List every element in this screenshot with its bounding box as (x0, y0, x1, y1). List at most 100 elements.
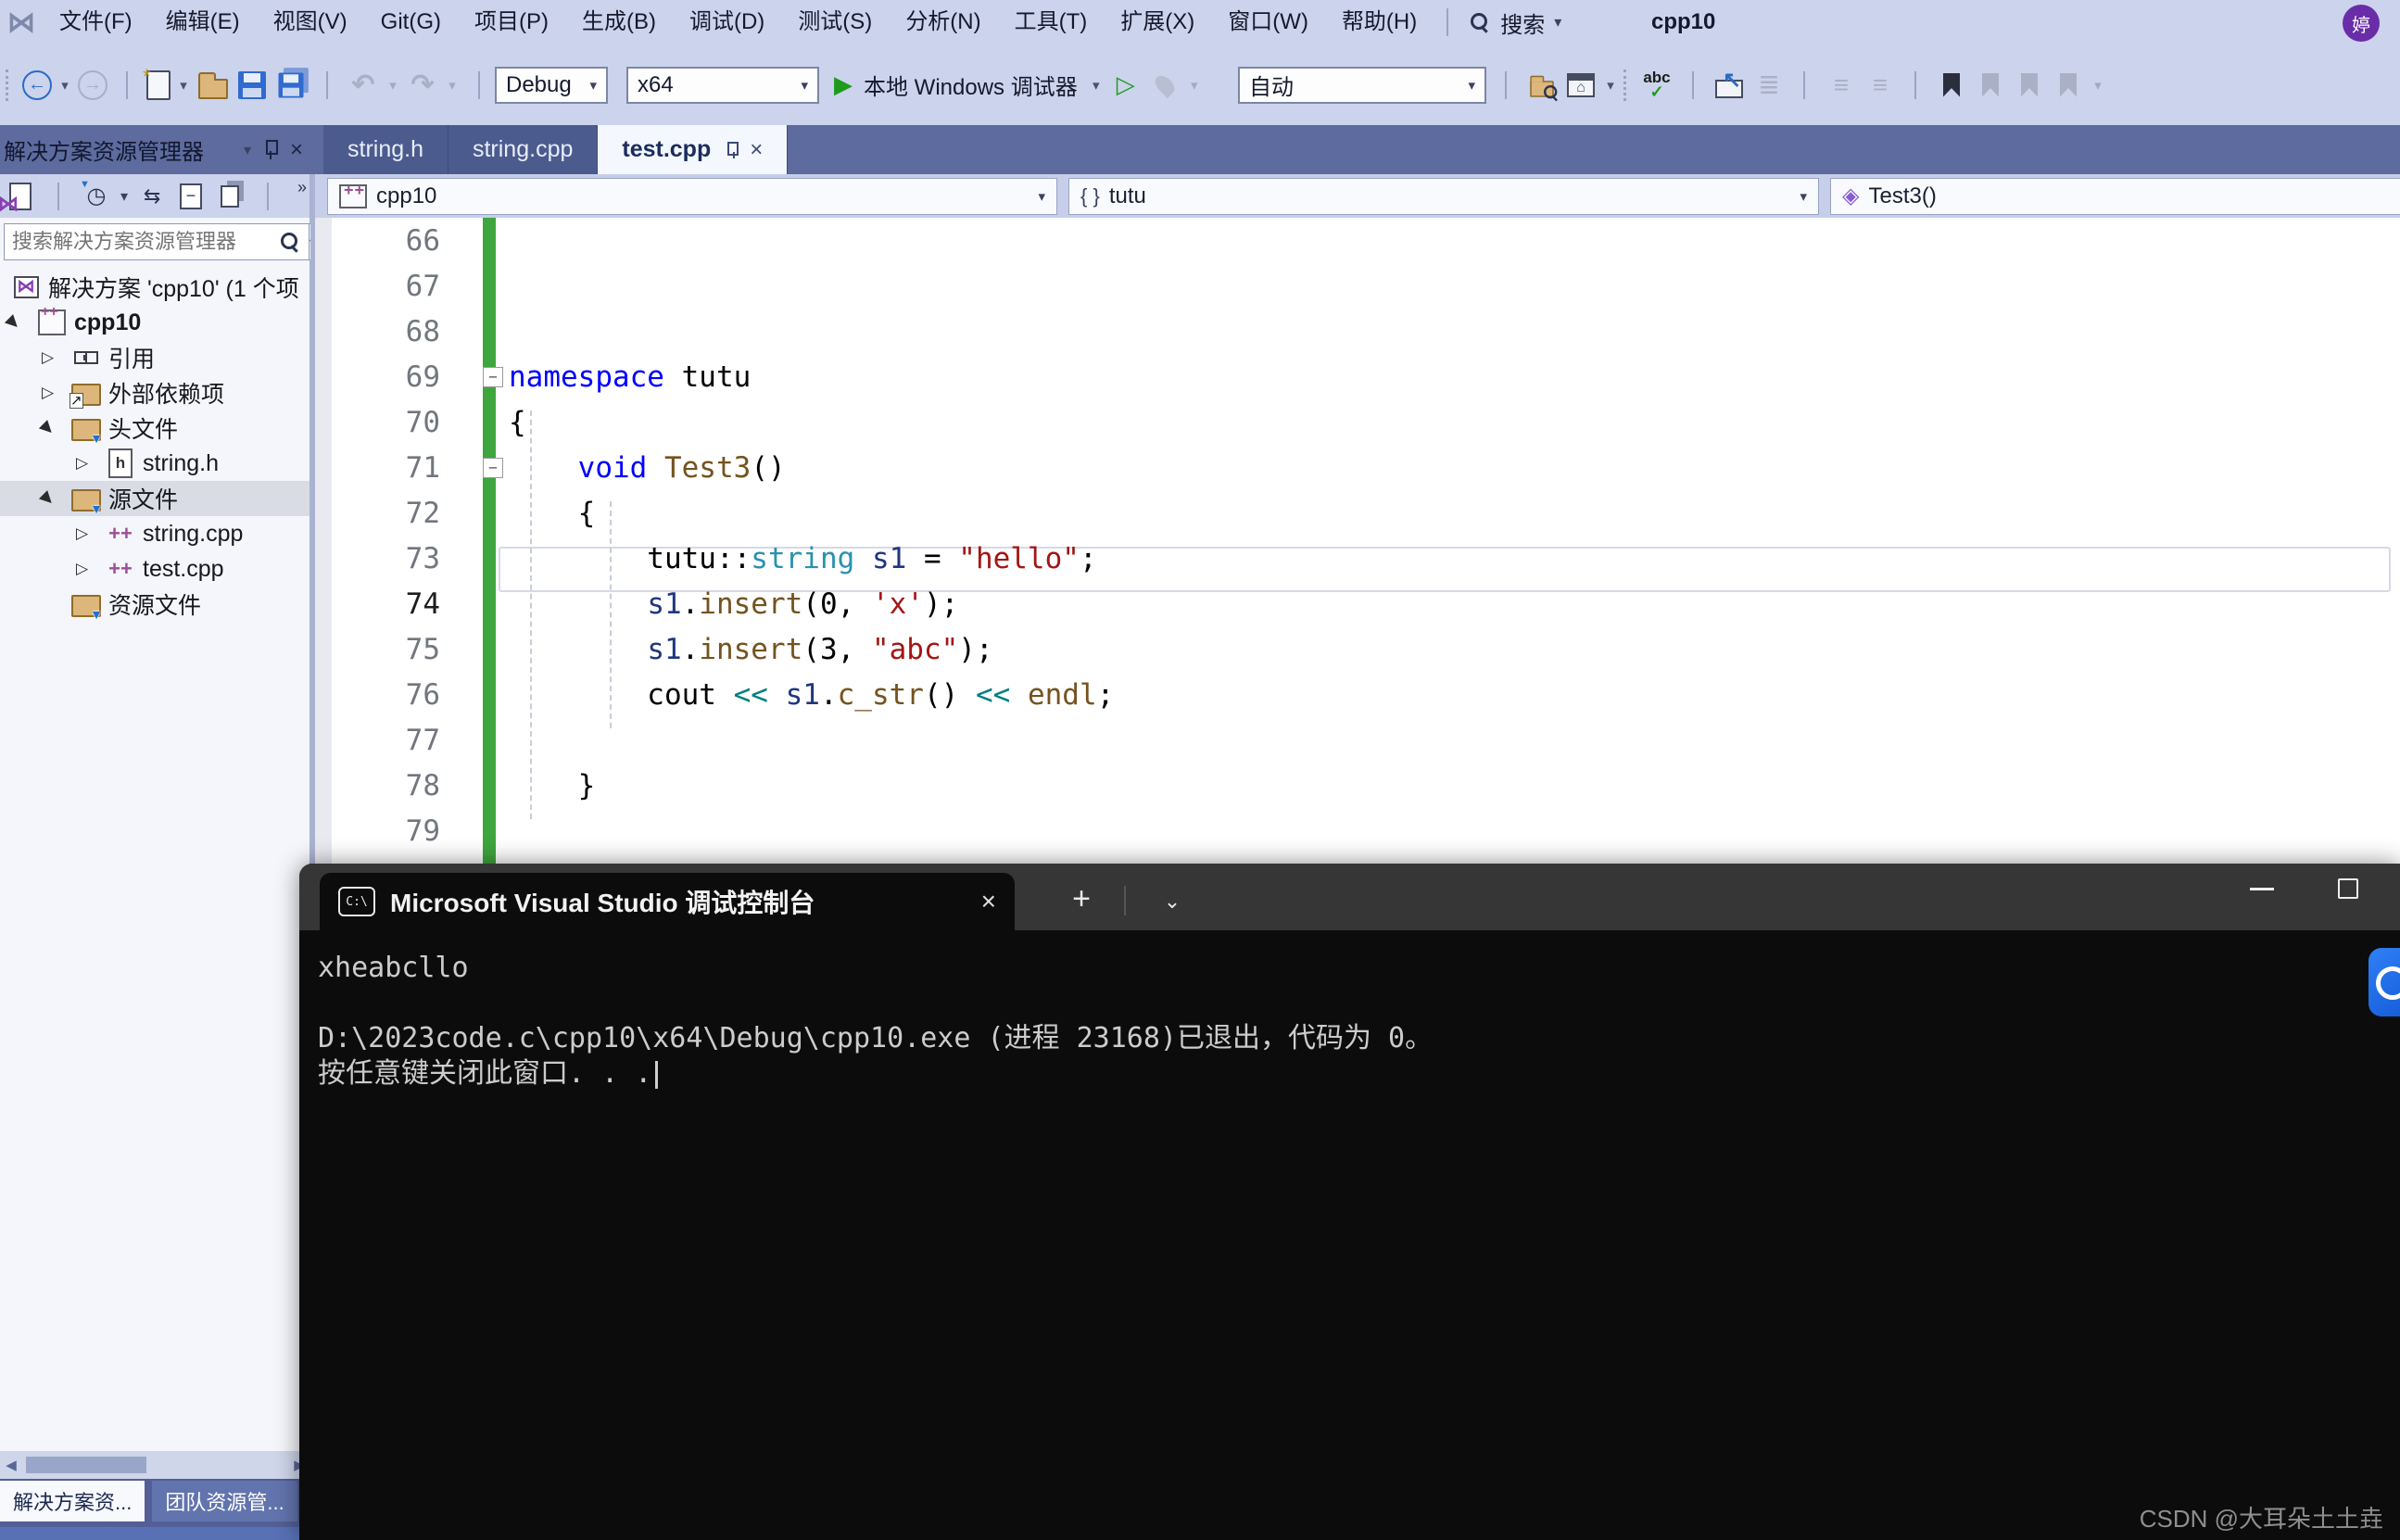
code-line[interactable]: 78 − } (315, 763, 2400, 808)
tree-item[interactable]: 解决方案 'cpp10' (1 个项 (0, 270, 309, 305)
search-box[interactable]: 搜索 ▾ (1469, 6, 1561, 39)
debug-console-window[interactable]: C:\ Microsoft Visual Studio 调试控制台 × + ⌄ … (299, 864, 2400, 1540)
scrollbar-thumb[interactable] (26, 1457, 146, 1473)
new-file-dropdown-icon[interactable]: ▾ (176, 77, 191, 94)
solution-configuration-select[interactable]: Debug ▾ (495, 66, 608, 104)
code-editor[interactable]: 66 − 67 − 68 − 69 − namespace tutu 70 − … (315, 218, 2400, 866)
increase-indent-button[interactable]: ≡ (1863, 69, 1896, 102)
scrollbar-track[interactable] (22, 1457, 288, 1473)
new-file-button[interactable]: * (143, 65, 171, 100)
code-line[interactable]: 68 − (315, 309, 2400, 354)
maximize-button[interactable] (2338, 878, 2358, 899)
editor-tab[interactable]: string.h × (323, 125, 448, 174)
start-without-debugging-button[interactable]: ▷ (1109, 69, 1143, 102)
fold-indicator[interactable]: − (468, 366, 509, 387)
menu-item[interactable]: Git(G) (364, 0, 458, 44)
redo-button[interactable]: ↷ (406, 69, 439, 102)
member-dropdown[interactable]: ◈ Test3() (1830, 177, 2400, 215)
search-icon[interactable] (279, 231, 301, 253)
code-line[interactable]: 71 − void Test3() (315, 445, 2400, 490)
code-line[interactable]: 74 − s1.insert(0, 'x'); (315, 581, 2400, 626)
pending-changes-filter-icon[interactable] (80, 179, 111, 212)
code-line[interactable]: 66 − (315, 218, 2400, 263)
expander-icon[interactable] (76, 454, 102, 473)
expander-icon[interactable] (7, 313, 33, 332)
floating-tool-icon[interactable] (2368, 948, 2400, 1016)
menu-item[interactable]: 分析(N) (889, 0, 997, 44)
spell-check-button[interactable]: abc ✓ (1640, 69, 1674, 102)
editor-tab[interactable]: test.cpp × (598, 125, 789, 174)
expander-icon[interactable] (42, 384, 68, 402)
tab-options-dropdown-icon[interactable]: ⌄ (1152, 890, 1193, 914)
new-tab-button[interactable]: + (1061, 881, 1102, 917)
menu-item[interactable]: 调试(D) (673, 0, 781, 44)
menu-item[interactable]: 窗口(W) (1211, 0, 1325, 44)
expander-icon[interactable] (42, 489, 68, 508)
switch-views-icon[interactable] (9, 182, 32, 210)
toolbar-grip[interactable] (6, 69, 9, 101)
code-line[interactable]: 73 − tutu::string s1 = "hello"; (315, 536, 2400, 581)
code-line[interactable]: 70 − { (315, 399, 2400, 445)
hot-reload-icon[interactable] (1151, 71, 1178, 98)
menu-item[interactable]: 测试(S) (781, 0, 889, 44)
minimize-button[interactable] (2250, 888, 2274, 890)
select-to-box-icon[interactable] (1715, 67, 1743, 98)
toolbar-grip[interactable] (1623, 69, 1627, 101)
tree-item[interactable]: test.cpp (0, 551, 309, 587)
back-dropdown-icon[interactable]: ▾ (57, 77, 72, 94)
window-layout-dropdown-icon[interactable]: ▾ (1603, 77, 1618, 94)
collapse-region-icon[interactable]: − (483, 457, 503, 478)
menu-item[interactable]: 生成(B) (565, 0, 673, 44)
collapse-all-icon[interactable]: − (180, 183, 203, 209)
pin-icon[interactable] (264, 139, 278, 160)
project-dropdown[interactable]: cpp10 ▾ (327, 177, 1057, 215)
menu-item[interactable]: 扩展(X) (1104, 0, 1211, 44)
expander-icon[interactable] (76, 524, 102, 543)
menu-item[interactable]: 工具(T) (998, 0, 1105, 44)
menu-item[interactable]: 文件(F) (43, 0, 149, 44)
close-icon[interactable]: × (290, 137, 303, 163)
undo-button[interactable]: ↶ (347, 69, 380, 102)
tool-window-tab[interactable]: 团队资源管... (152, 1481, 297, 1521)
watch-mode-select[interactable]: 自动 ▾ (1238, 66, 1486, 104)
editor-tab[interactable]: string.cpp × (448, 125, 599, 174)
save-all-button[interactable] (278, 72, 304, 97)
pin-icon[interactable] (727, 142, 735, 158)
format-document-button[interactable]: ≣ (1751, 69, 1785, 102)
find-in-files-button[interactable] (1525, 69, 1559, 102)
sync-with-active-document-icon[interactable]: ⇆ (137, 181, 167, 212)
menu-item[interactable]: 编辑(E) (149, 0, 257, 44)
next-bookmark-icon[interactable] (2021, 72, 2038, 97)
tree-item[interactable]: 外部依赖项 (0, 375, 309, 410)
previous-bookmark-icon[interactable] (1982, 72, 1999, 97)
tool-window-tab[interactable]: 解决方案资... (0, 1481, 145, 1521)
show-all-files-icon[interactable] (221, 184, 240, 208)
undo-dropdown-icon[interactable]: ▾ (385, 77, 400, 94)
tree-item[interactable]: 头文件 (0, 410, 309, 446)
chevron-down-icon[interactable]: ▾ (1554, 13, 1561, 32)
scope-dropdown[interactable]: { } tutu ▾ (1068, 177, 1819, 215)
close-icon[interactable]: × (750, 137, 763, 163)
fold-indicator[interactable]: − (468, 457, 509, 478)
toolbar-overflow-icon[interactable]: » (297, 178, 307, 197)
hot-reload-dropdown-icon[interactable]: ▾ (1187, 77, 1202, 94)
collapse-region-icon[interactable]: − (483, 366, 503, 387)
start-debugging-label[interactable]: 本地 Windows 调试器 (864, 69, 1078, 101)
code-line[interactable]: 76 − cout << s1.c_str() << endl; (315, 672, 2400, 717)
tree-item[interactable]: 引用 (0, 340, 309, 375)
menu-item[interactable]: 项目(P) (458, 0, 565, 44)
close-icon[interactable]: × (981, 887, 996, 916)
tree-item[interactable]: 资源文件 (0, 587, 309, 622)
toggle-bookmark-icon[interactable] (1943, 72, 1960, 97)
decrease-indent-button[interactable]: ≡ (1824, 69, 1857, 102)
code-line[interactable]: 67 − (315, 263, 2400, 309)
debug-target-dropdown-icon[interactable]: ▾ (1089, 77, 1104, 94)
code-line[interactable]: 72 − { (315, 490, 2400, 536)
menu-item[interactable]: 帮助(H) (1325, 0, 1434, 44)
tree-item[interactable]: string.h (0, 446, 309, 481)
redo-dropdown-icon[interactable]: ▾ (445, 77, 460, 94)
start-debugging-icon[interactable]: ▶ (834, 70, 853, 99)
navigate-back-button[interactable]: ← (22, 69, 52, 100)
panel-options-dropdown-icon[interactable]: ▾ (244, 141, 251, 159)
code-line[interactable]: 69 − namespace tutu (315, 354, 2400, 399)
